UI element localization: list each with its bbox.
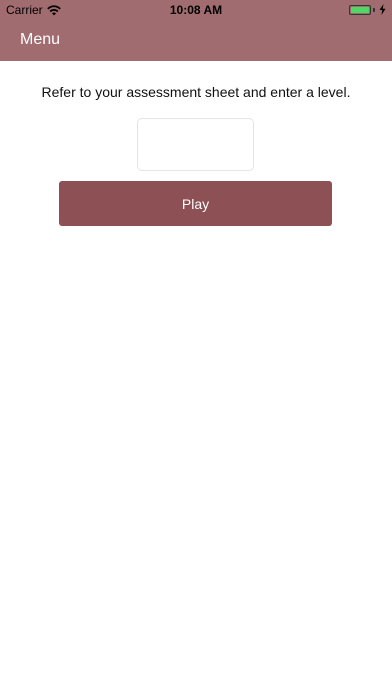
charging-bolt-icon (379, 4, 386, 15)
menu-button[interactable]: Menu (20, 30, 60, 50)
status-right (349, 4, 386, 15)
play-button[interactable]: Play (59, 181, 332, 226)
battery-icon (349, 4, 371, 15)
level-input[interactable] (137, 118, 254, 171)
battery-fill (351, 6, 369, 13)
instruction-text: Refer to your assessment sheet and enter… (41, 84, 351, 100)
status-bar: Carrier 10:08 AM (0, 0, 392, 20)
navigation-bar: Carrier 10:08 AM Menu (0, 0, 392, 61)
status-time: 10:08 AM (169, 3, 223, 17)
battery-nub (373, 7, 375, 12)
